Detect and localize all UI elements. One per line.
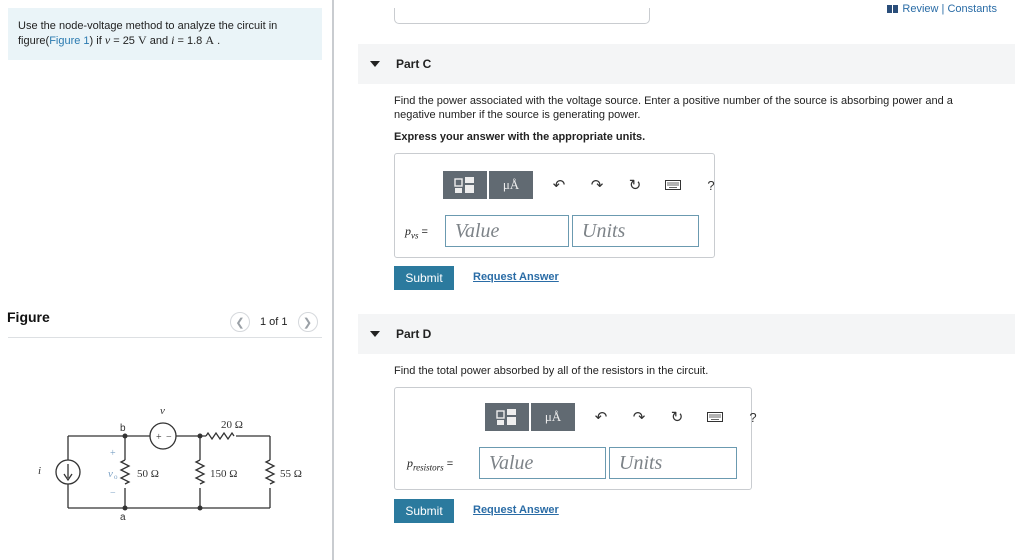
reset-icon[interactable]: ↻ bbox=[623, 173, 647, 197]
r50-label: 50 Ω bbox=[137, 468, 159, 480]
is-label: i bbox=[38, 465, 41, 477]
vo-minus: − bbox=[110, 488, 116, 499]
chevron-left-icon[interactable]: ❮ bbox=[230, 312, 250, 332]
help-icon[interactable]: ? bbox=[699, 173, 723, 197]
vs-label: v bbox=[160, 405, 165, 417]
part-c-header[interactable]: Part C bbox=[358, 44, 1015, 84]
figure-page-count: 1 of 1 bbox=[260, 316, 288, 328]
part-c-equals: = bbox=[421, 226, 428, 238]
v-unit: V bbox=[137, 33, 147, 47]
reset-icon[interactable]: ↻ bbox=[665, 405, 689, 429]
part-d-header[interactable]: Part D bbox=[358, 314, 1015, 354]
part-c-value-input[interactable]: Value bbox=[445, 215, 569, 247]
chevron-right-icon[interactable]: ❯ bbox=[297, 312, 318, 332]
part-d-variable: presistors = bbox=[407, 456, 453, 472]
vs-plus: + bbox=[156, 432, 162, 443]
redo-icon[interactable]: ↷ bbox=[585, 173, 609, 197]
part-c-toolbar: μÅ ↶ ↷ ↻ ? bbox=[443, 170, 723, 200]
part-c-title: Part C bbox=[396, 57, 432, 71]
figure-heading: Figure bbox=[7, 309, 50, 325]
part-d-submit-button[interactable]: Submit bbox=[394, 499, 454, 523]
vo-plus: + bbox=[110, 448, 116, 459]
i-equals: = 1.8 bbox=[174, 35, 206, 47]
keyboard-icon[interactable] bbox=[703, 405, 727, 429]
undo-icon[interactable]: ↶ bbox=[589, 405, 613, 429]
and-text: and bbox=[146, 35, 172, 47]
help-icon[interactable]: ? bbox=[741, 405, 765, 429]
figure-divider bbox=[8, 337, 322, 338]
part-c-units-input[interactable]: Units bbox=[572, 215, 699, 247]
review-constants-label: Review | Constants bbox=[902, 3, 997, 15]
part-d-request-answer-link[interactable]: Request Answer bbox=[473, 504, 559, 516]
part-c-variable: pvs = bbox=[405, 224, 428, 240]
voltage-source bbox=[149, 422, 177, 450]
r20-label: 20 Ω bbox=[221, 419, 243, 431]
part-d-title: Part D bbox=[396, 327, 432, 341]
undo-icon[interactable]: ↶ bbox=[547, 173, 571, 197]
units-icon[interactable]: μÅ bbox=[531, 403, 575, 431]
caret-down-icon bbox=[370, 61, 380, 67]
i-unit: A bbox=[205, 33, 215, 47]
previous-answer-box bbox=[394, 8, 650, 24]
vo-label: v bbox=[108, 468, 113, 480]
node-a-label: a bbox=[120, 512, 126, 523]
part-d-var-sub: resistors bbox=[413, 462, 444, 473]
part-c-request-answer-link[interactable]: Request Answer bbox=[473, 271, 559, 283]
problem-text-mid: ) if bbox=[89, 35, 105, 47]
part-c-answer-box: μÅ ↶ ↷ ↻ ? pvs = Value Units bbox=[394, 153, 715, 258]
units-icon[interactable]: μÅ bbox=[489, 171, 533, 199]
circuit-diagram: + − v i b a + − v o 50 Ω 150 Ω 55 Ω 20 Ω bbox=[38, 405, 302, 523]
caret-down-icon bbox=[370, 331, 380, 337]
part-c-submit-button[interactable]: Submit bbox=[394, 266, 454, 290]
part-d-answer-box: μÅ ↶ ↷ ↻ ? presistors = Value Units bbox=[394, 387, 757, 490]
node-b-label: b bbox=[120, 423, 126, 434]
r150-label: 150 Ω bbox=[210, 468, 237, 480]
part-d-question: Find the total power absorbed by all of … bbox=[394, 365, 709, 377]
figure-link[interactable]: Figure 1 bbox=[49, 35, 89, 47]
review-constants-link[interactable]: Review | Constants bbox=[887, 3, 997, 15]
book-icon bbox=[887, 5, 899, 13]
part-d-units-input[interactable]: Units bbox=[609, 447, 737, 479]
v-equals: = 25 bbox=[110, 35, 138, 47]
problem-end: . bbox=[214, 35, 221, 47]
redo-icon[interactable]: ↷ bbox=[627, 405, 651, 429]
problem-statement: Use the node-voltage method to analyze t… bbox=[8, 8, 322, 60]
part-c-question: Find the power associated with the volta… bbox=[394, 95, 953, 121]
templates-icon[interactable] bbox=[485, 403, 529, 431]
part-d-equals: = bbox=[446, 458, 454, 470]
part-c-instruction: Express your answer with the appropriate… bbox=[394, 131, 646, 143]
vo-sub: o bbox=[114, 473, 118, 481]
part-d-toolbar: μÅ ↶ ↷ ↻ ? bbox=[485, 402, 765, 432]
part-d-value-input[interactable]: Value bbox=[479, 447, 606, 479]
left-pane: Use the node-voltage method to analyze t… bbox=[0, 0, 334, 560]
keyboard-icon[interactable] bbox=[661, 173, 685, 197]
r55-label: 55 Ω bbox=[280, 468, 302, 480]
part-c-var-sub: vs bbox=[411, 230, 419, 241]
figure-pager: ❮ 1 of 1 ❯ bbox=[230, 311, 325, 333]
vs-minus: − bbox=[166, 432, 172, 443]
templates-icon[interactable] bbox=[443, 171, 487, 199]
